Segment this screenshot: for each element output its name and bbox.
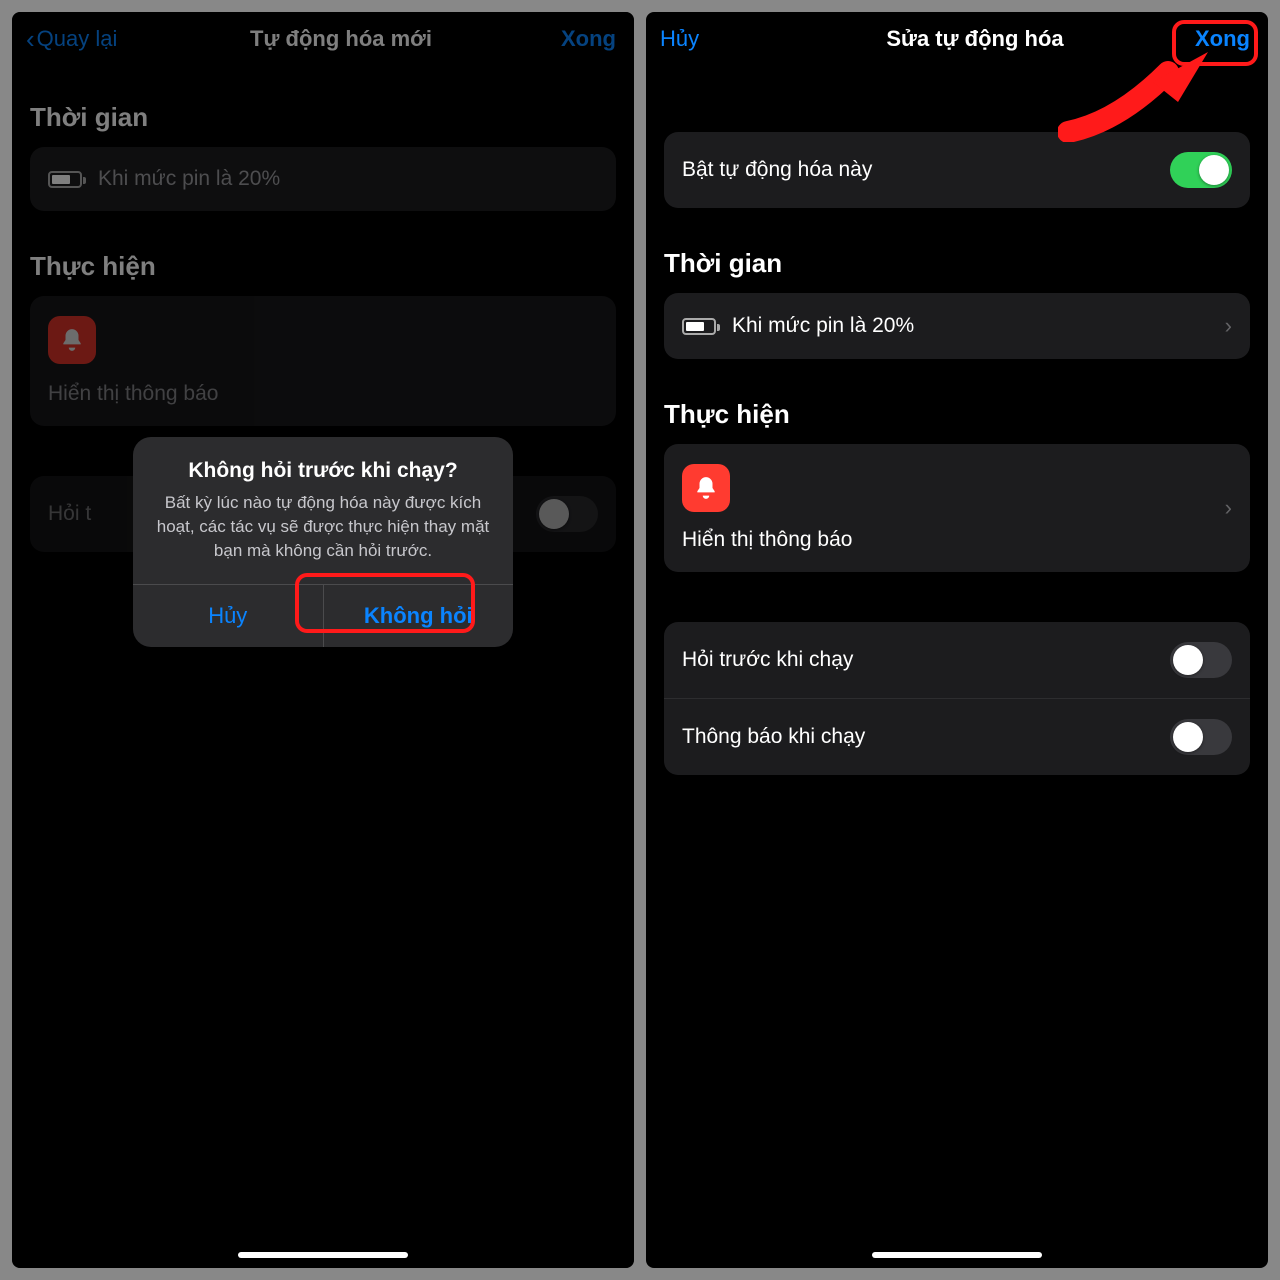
action-card[interactable]: Hiển thị thông báo › — [664, 444, 1250, 572]
screenshot-right: Hủy Sửa tự động hóa Xong Bật tự động hóa… — [646, 12, 1268, 1268]
time-card: Khi mức pin là 20% › — [664, 293, 1250, 359]
notify-run-label: Thông báo khi chạy — [682, 725, 1154, 749]
enable-card: Bật tự động hóa này — [664, 132, 1250, 208]
alert-cancel-button[interactable]: Hủy — [133, 585, 323, 647]
battery-icon — [682, 318, 716, 335]
cancel-button[interactable]: Hủy — [660, 26, 780, 52]
alert-title: Không hỏi trước khi chạy? — [133, 437, 513, 491]
enable-label: Bật tự động hóa này — [682, 158, 1154, 182]
notify-run-toggle[interactable] — [1170, 719, 1232, 755]
alert-buttons: Hủy Không hỏi — [133, 584, 513, 647]
ask-before-toggle[interactable] — [1170, 642, 1232, 678]
notify-run-row[interactable]: Thông báo khi chạy — [664, 699, 1250, 775]
battery-trigger-label: Khi mức pin là 20% — [732, 314, 1209, 338]
enable-automation-row[interactable]: Bật tự động hóa này — [664, 132, 1250, 208]
nav-bar: Hủy Sửa tự động hóa Xong — [646, 12, 1268, 62]
page-title: Sửa tự động hóa — [780, 26, 1170, 52]
cancel-label: Hủy — [660, 26, 699, 52]
section-time-title: Thời gian — [664, 248, 1250, 279]
action-label: Hiển thị thông báo — [682, 528, 852, 552]
chevron-right-icon: › — [1225, 313, 1232, 339]
content-area: Bật tự động hóa này Thời gian Khi mức pi… — [646, 62, 1268, 775]
chevron-right-icon: › — [1225, 495, 1232, 521]
enable-toggle[interactable] — [1170, 152, 1232, 188]
ask-before-row[interactable]: Hỏi trước khi chạy — [664, 622, 1250, 699]
bell-icon — [682, 464, 730, 512]
confirm-alert: Không hỏi trước khi chạy? Bất kỳ lúc nào… — [133, 437, 513, 647]
screenshot-left: ‹ Quay lại Tự động hóa mới Xong Thời gia… — [12, 12, 634, 1268]
ask-before-label: Hỏi trước khi chạy — [682, 648, 1154, 672]
home-indicator[interactable] — [872, 1252, 1042, 1258]
alert-message: Bất kỳ lúc nào tự động hóa này được kích… — [133, 491, 513, 584]
alert-confirm-button[interactable]: Không hỏi — [323, 585, 514, 647]
battery-trigger-row[interactable]: Khi mức pin là 20% › — [664, 293, 1250, 359]
done-button[interactable]: Xong — [1170, 26, 1250, 52]
home-indicator[interactable] — [238, 1252, 408, 1258]
section-do-title: Thực hiện — [664, 399, 1250, 430]
options-card: Hỏi trước khi chạy Thông báo khi chạy — [664, 622, 1250, 775]
